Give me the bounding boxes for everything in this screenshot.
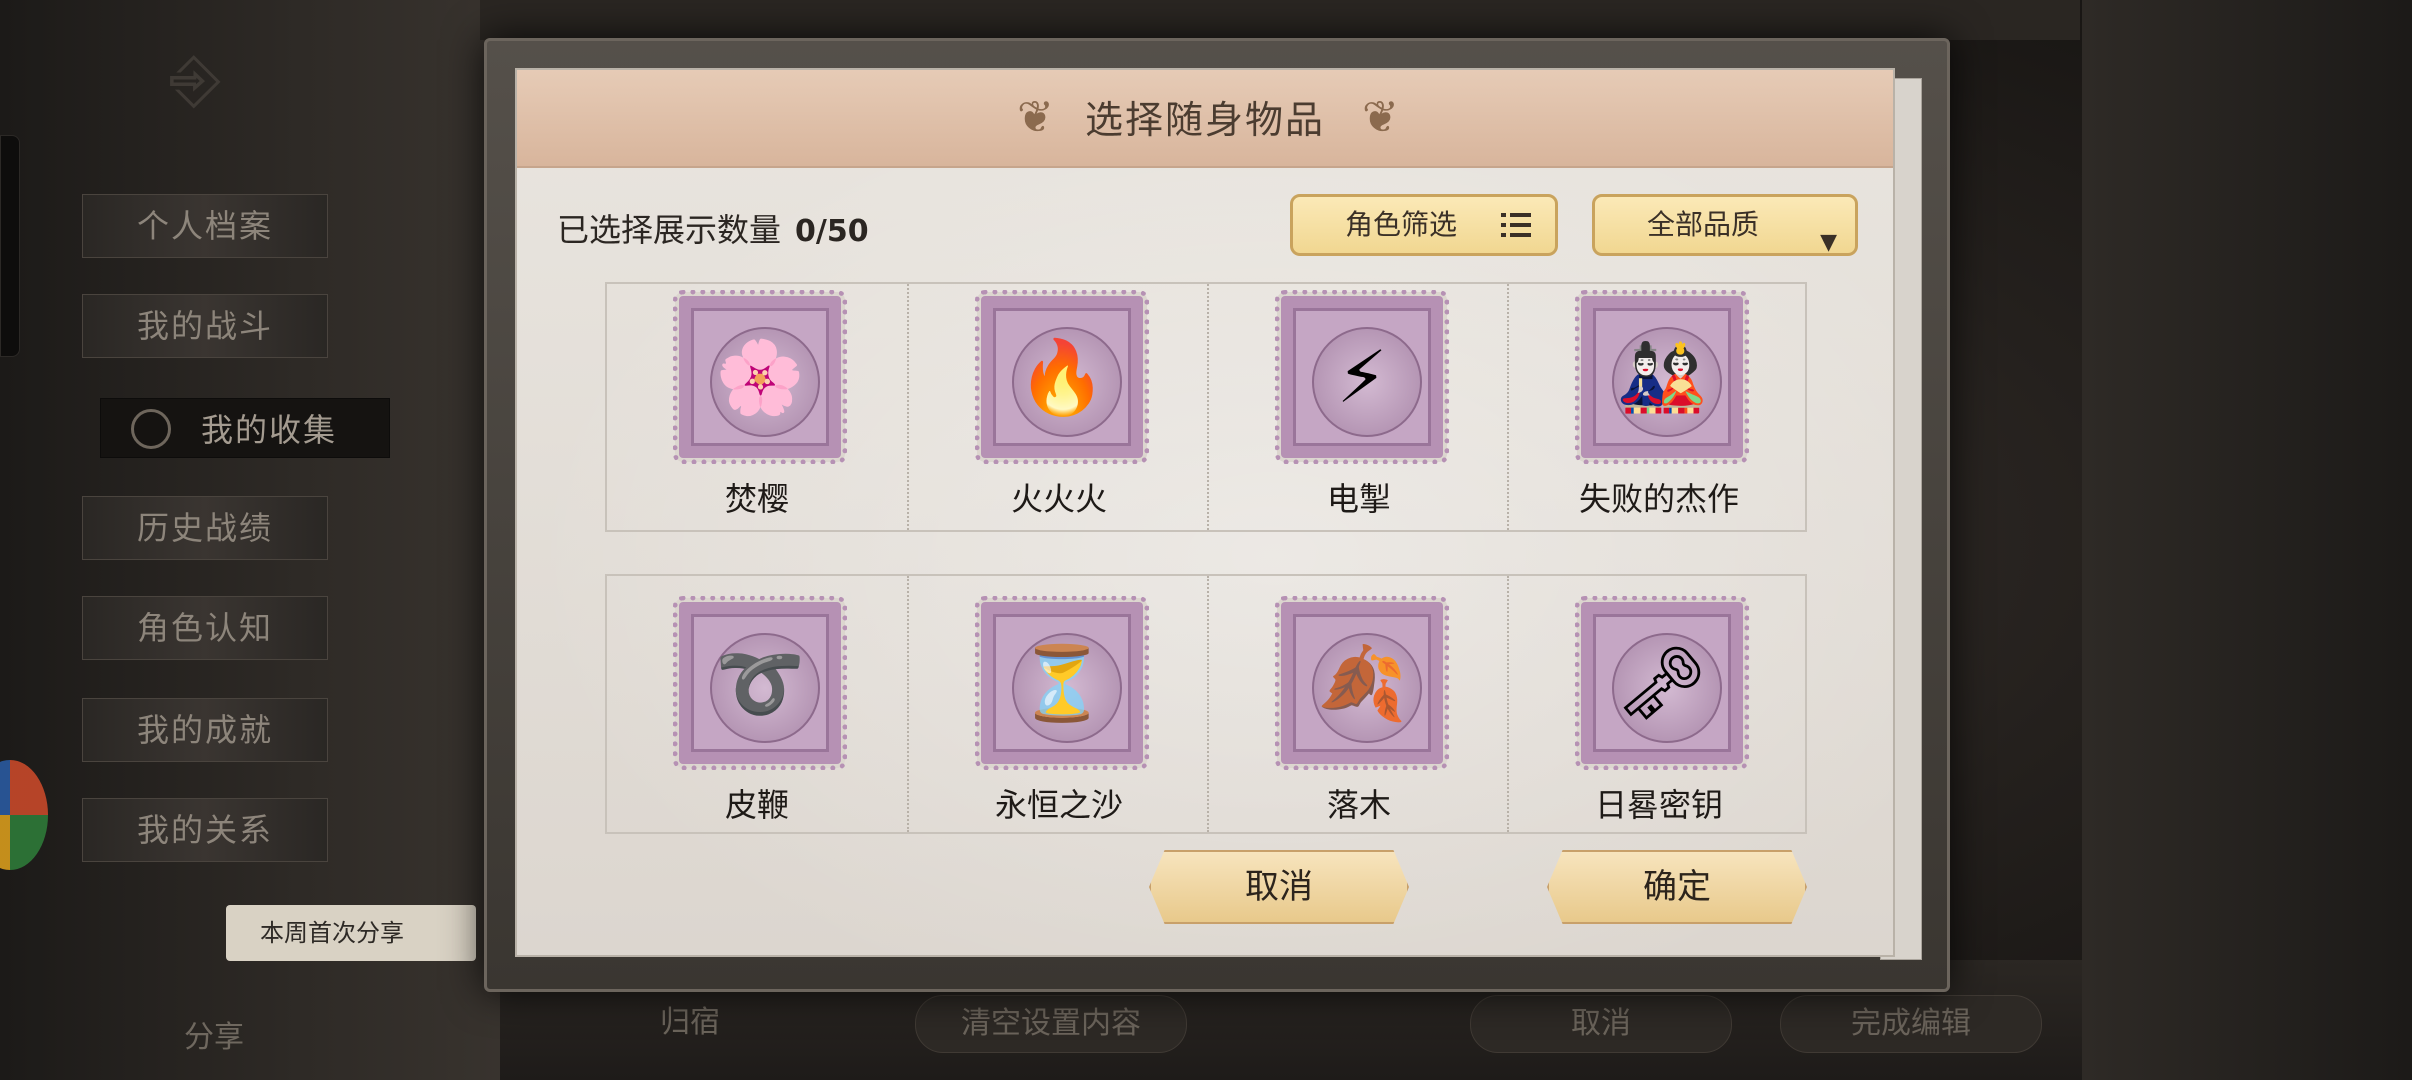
- laurel-right-icon: ❦: [1362, 92, 1399, 143]
- quality-filter-dropdown[interactable]: 全部品质 ▼: [1592, 194, 1858, 256]
- quality-filter-label: 全部品质: [1647, 208, 1760, 241]
- cancel-button[interactable]: 取消: [1149, 850, 1409, 924]
- sidebar-item-character[interactable]: 角色认知: [82, 596, 328, 660]
- item-stamp: 🍂: [1275, 596, 1449, 770]
- destination-button[interactable]: 归宿: [600, 995, 780, 1051]
- dialog-title: 选择随身物品: [1084, 98, 1325, 142]
- fire-torch-icon: 🔥: [1017, 335, 1107, 419]
- lightning-glove-icon: ⚡: [1336, 335, 1388, 419]
- item-name: 日晷密钥: [1594, 786, 1723, 824]
- top-frame: [480, 0, 2080, 40]
- dialog-header: ❦ 选择随身物品 ❦: [517, 70, 1893, 168]
- item-name: 永恒之沙: [994, 786, 1123, 824]
- item-card[interactable]: ⏳ 永恒之沙: [907, 576, 1209, 832]
- item-stamp: 🌸: [673, 290, 847, 464]
- item-name: 失败的杰作: [1578, 480, 1739, 518]
- item-name: 焚樱: [724, 480, 789, 518]
- item-name: 落木: [1326, 786, 1391, 824]
- item-card[interactable]: ➰ 皮鞭: [607, 576, 907, 832]
- selected-count-label: 已选择展示数量: [557, 211, 782, 249]
- right-panel: [2082, 0, 2412, 1080]
- clear-settings-button[interactable]: 清空设置内容: [915, 995, 1187, 1053]
- sakura-charm-icon: 🌸: [715, 335, 805, 419]
- select-items-dialog: ❦ 选择随身物品 ❦ 已选择展示数量 0/50 角色筛选 全部品质 ▼ 🌸 焚樱 …: [515, 68, 1895, 957]
- sidebar-item-history[interactable]: 历史战绩: [82, 496, 328, 560]
- item-card[interactable]: 🗝 日晷密钥: [1507, 576, 1809, 832]
- exit-door-icon[interactable]: ⎆: [160, 35, 230, 125]
- key-icon: 🗝: [1616, 641, 1708, 725]
- sidebar-item-battles[interactable]: 我的战斗: [82, 294, 328, 358]
- item-name: 皮鞭: [724, 786, 789, 824]
- item-stamp: 🗝: [1575, 596, 1749, 770]
- item-card[interactable]: 🔥 火火火: [907, 284, 1209, 530]
- item-stamp: 🔥: [975, 290, 1149, 464]
- item-name: 火火火: [1010, 480, 1107, 518]
- whip-icon: ➰: [715, 641, 805, 725]
- sidebar-item-relations[interactable]: 我的关系: [82, 798, 328, 862]
- item-card[interactable]: ⚡ 电掣: [1207, 284, 1509, 530]
- chevron-down-icon: ▼: [1820, 230, 1837, 255]
- role-filter-button[interactable]: 角色筛选: [1290, 194, 1558, 256]
- hourglass-icon: ⏳: [1017, 641, 1107, 725]
- item-card[interactable]: 🍂 落木: [1207, 576, 1509, 832]
- item-stamp: ⏳: [975, 596, 1149, 770]
- items-row: 🌸 焚樱 🔥 火火火 ⚡ 电掣 🎎 失败的杰作: [605, 282, 1807, 532]
- bg-cancel-button[interactable]: 取消: [1470, 995, 1732, 1053]
- list-icon: [1501, 213, 1531, 237]
- share-button[interactable]: 分享: [184, 1012, 254, 1056]
- item-card[interactable]: 🎎 失败的杰作: [1507, 284, 1809, 530]
- leaf-frame-icon: 🍂: [1317, 641, 1407, 725]
- item-stamp: ➰: [673, 596, 847, 770]
- confirm-button[interactable]: 确定: [1547, 850, 1807, 924]
- sidebar-item-profile[interactable]: 个人档案: [82, 194, 328, 258]
- items-row: ➰ 皮鞭 ⏳ 永恒之沙 🍂 落木 🗝 日晷密钥: [605, 574, 1807, 834]
- edge-handle: [0, 135, 20, 357]
- item-card[interactable]: 🌸 焚樱: [607, 284, 907, 530]
- share-badge: 本周首次分享: [226, 905, 476, 961]
- doll-icon: 🎎: [1617, 335, 1707, 419]
- sidebar-item-collection[interactable]: 我的收集: [100, 398, 390, 458]
- item-stamp: 🎎: [1575, 290, 1749, 464]
- role-filter-label: 角色筛选: [1345, 208, 1458, 241]
- selected-count-value: 0/50: [795, 214, 869, 249]
- sidebar-item-label: 我的收集: [201, 411, 338, 449]
- selected-count: 已选择展示数量 0/50: [557, 205, 869, 251]
- item-stamp: ⚡: [1275, 290, 1449, 464]
- item-name: 电掣: [1326, 480, 1391, 518]
- sidebar-item-achievements[interactable]: 我的成就: [82, 698, 328, 762]
- finish-edit-button[interactable]: 完成编辑: [1780, 995, 2042, 1053]
- shield-icon: [131, 409, 171, 449]
